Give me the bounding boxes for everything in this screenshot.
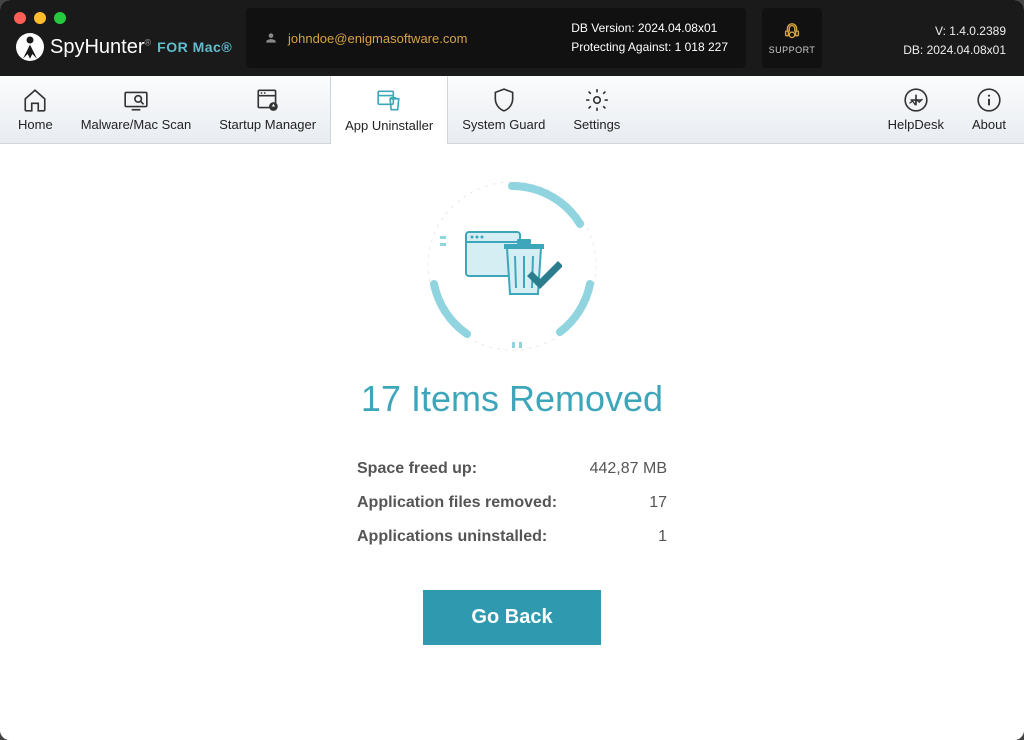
uninstaller-icon [376,88,402,114]
tab-startup-manager[interactable]: Startup Manager [205,76,330,143]
version-info: V: 1.4.0.2389 DB: 2024.04.08x01 [903,22,1006,60]
tab-settings[interactable]: Settings [559,76,634,143]
app-version: V: 1.4.0.2389 [903,22,1006,41]
tab-helpdesk[interactable]: HelpDesk [874,76,958,143]
stat-space-freed: Space freed up: 442,87 MB [357,452,667,486]
helpdesk-icon [903,87,929,113]
header-info-panel: johndoe@enigmasoftware.com DB Version: 2… [246,8,746,68]
close-window-button[interactable] [14,12,26,24]
window-controls [14,12,66,24]
tab-app-uninstaller[interactable]: App Uninstaller [330,76,448,144]
result-headline: 17 Items Removed [361,378,663,420]
tab-system-guard[interactable]: System Guard [448,76,559,143]
db-info: DB Version: 2024.04.08x01 Protecting Aga… [571,19,728,57]
scan-icon [123,87,149,113]
db-version-line: DB Version: 2024.04.08x01 [571,19,728,38]
minimize-window-button[interactable] [34,12,46,24]
app-window: SpyHunter® FOR Mac® johndoe@enigmasoftwa… [0,0,1024,740]
tab-home[interactable]: Home [4,76,67,143]
db-date: DB: 2024.04.08x01 [903,41,1006,60]
user-email[interactable]: johndoe@enigmasoftware.com [264,31,467,46]
home-icon [22,87,48,113]
go-back-button[interactable]: Go Back [423,590,600,645]
gear-icon [584,87,610,113]
result-illustration [422,176,602,356]
shield-icon [491,87,517,113]
app-platform-label: FOR Mac® [157,39,232,55]
content-area: 17 Items Removed Space freed up: 442,87 … [0,144,1024,740]
protecting-line: Protecting Against: 1 018 227 [571,38,728,57]
info-icon [976,87,1002,113]
stat-files-removed: Application files removed: 17 [357,486,667,520]
titlebar: SpyHunter® FOR Mac® johndoe@enigmasoftwa… [0,0,1024,76]
maximize-window-button[interactable] [54,12,66,24]
stat-apps-uninstalled: Applications uninstalled: 1 [357,520,667,554]
user-icon [264,31,278,45]
toolbar-spacer [634,76,873,143]
support-button[interactable]: SUPPORT [762,8,822,68]
app-name: SpyHunter® [50,36,151,59]
tab-malware-scan[interactable]: Malware/Mac Scan [67,76,206,143]
startup-icon [255,87,281,113]
support-label: SUPPORT [769,45,816,55]
support-icon [781,21,803,43]
app-logo: SpyHunter® FOR Mac® [16,33,232,61]
progress-ring-icon [422,176,602,356]
main-toolbar: Home Malware/Mac Scan Startup Manager Ap… [0,76,1024,144]
result-stats: Space freed up: 442,87 MB Application fi… [357,452,667,554]
tab-about[interactable]: About [958,76,1020,143]
spyhunter-icon [16,33,44,61]
